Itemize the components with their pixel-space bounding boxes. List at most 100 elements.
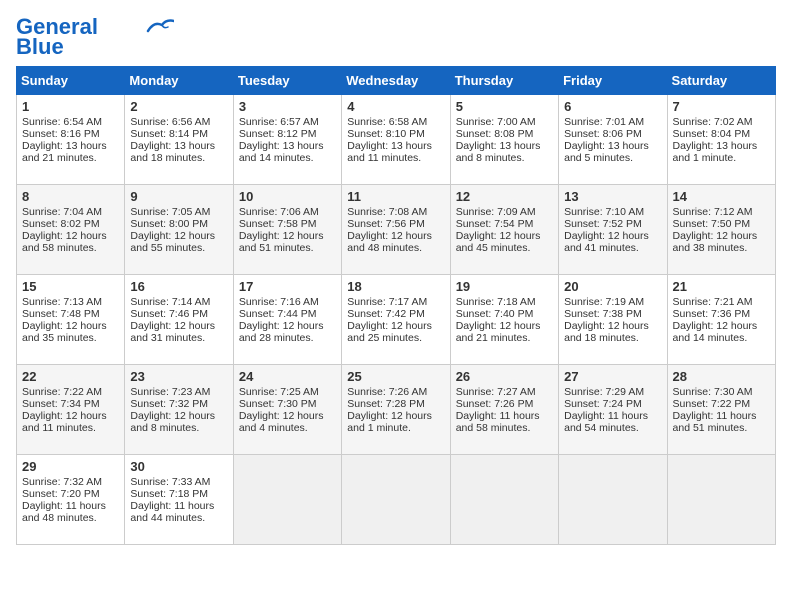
day-info-line: and 18 minutes. (564, 332, 639, 344)
day-info-line: Daylight: 12 hours (22, 230, 107, 242)
day-info-line: Sunrise: 7:12 AM (673, 206, 753, 218)
day-info-line: and 25 minutes. (347, 332, 422, 344)
calendar-cell: 23Sunrise: 7:23 AMSunset: 7:32 PMDayligh… (125, 365, 233, 455)
day-info-line: and 8 minutes. (130, 422, 199, 434)
day-number: 1 (22, 99, 119, 114)
calendar-week-row: 29Sunrise: 7:32 AMSunset: 7:20 PMDayligh… (17, 455, 776, 545)
day-info-line: Daylight: 11 hours (673, 410, 757, 422)
day-info-line: Sunrise: 7:26 AM (347, 386, 427, 398)
day-info-line: Sunrise: 7:04 AM (22, 206, 102, 218)
day-number: 10 (239, 189, 336, 204)
day-info-line: and 58 minutes. (22, 242, 97, 254)
calendar-cell: 11Sunrise: 7:08 AMSunset: 7:56 PMDayligh… (342, 185, 450, 275)
day-number: 3 (239, 99, 336, 114)
day-info-line: Daylight: 12 hours (456, 230, 541, 242)
day-info-line: Daylight: 12 hours (239, 230, 324, 242)
calendar-cell (559, 455, 667, 545)
day-info-line: Sunset: 7:28 PM (347, 398, 425, 410)
day-info-line: Sunset: 7:48 PM (22, 308, 100, 320)
day-of-week-header: Thursday (450, 67, 558, 95)
day-info-line: Daylight: 12 hours (22, 410, 107, 422)
day-info-line: Sunrise: 7:19 AM (564, 296, 644, 308)
calendar-cell: 7Sunrise: 7:02 AMSunset: 8:04 PMDaylight… (667, 95, 775, 185)
calendar-week-row: 22Sunrise: 7:22 AMSunset: 7:34 PMDayligh… (17, 365, 776, 455)
day-info-line: Sunrise: 7:01 AM (564, 116, 644, 128)
day-info-line: Sunrise: 7:21 AM (673, 296, 753, 308)
day-info-line: Sunrise: 7:30 AM (673, 386, 753, 398)
day-info-line: Sunset: 7:42 PM (347, 308, 425, 320)
calendar-cell: 30Sunrise: 7:33 AMSunset: 7:18 PMDayligh… (125, 455, 233, 545)
day-info-line: Sunset: 7:18 PM (130, 488, 208, 500)
day-number: 20 (564, 279, 661, 294)
day-info-line: Sunrise: 7:25 AM (239, 386, 319, 398)
day-info-line: Sunset: 7:50 PM (673, 218, 751, 230)
day-info-line: Daylight: 12 hours (673, 320, 758, 332)
day-number: 28 (673, 369, 770, 384)
day-info-line: and 48 minutes. (347, 242, 422, 254)
day-info-line: Daylight: 12 hours (347, 410, 432, 422)
day-info-line: Sunset: 7:22 PM (673, 398, 751, 410)
day-number: 2 (130, 99, 227, 114)
day-info-line: and 28 minutes. (239, 332, 314, 344)
day-number: 12 (456, 189, 553, 204)
day-of-week-header: Saturday (667, 67, 775, 95)
day-number: 7 (673, 99, 770, 114)
day-info-line: and 1 minute. (673, 152, 737, 164)
calendar-cell: 13Sunrise: 7:10 AMSunset: 7:52 PMDayligh… (559, 185, 667, 275)
day-info-line: Daylight: 12 hours (456, 320, 541, 332)
day-info-line: Sunrise: 7:13 AM (22, 296, 102, 308)
calendar-cell: 10Sunrise: 7:06 AMSunset: 7:58 PMDayligh… (233, 185, 341, 275)
day-info-line: and 54 minutes. (564, 422, 639, 434)
day-info-line: and 21 minutes. (22, 152, 97, 164)
day-info-line: Sunset: 7:46 PM (130, 308, 208, 320)
page-header: General Blue (16, 16, 776, 58)
day-info-line: Sunset: 7:26 PM (456, 398, 534, 410)
day-number: 4 (347, 99, 444, 114)
logo-bird-icon (146, 17, 174, 35)
calendar-cell: 16Sunrise: 7:14 AMSunset: 7:46 PMDayligh… (125, 275, 233, 365)
calendar-cell: 27Sunrise: 7:29 AMSunset: 7:24 PMDayligh… (559, 365, 667, 455)
day-info-line: Sunrise: 7:00 AM (456, 116, 536, 128)
day-number: 24 (239, 369, 336, 384)
day-info-line: Sunset: 8:14 PM (130, 128, 208, 140)
day-info-line: Sunset: 7:54 PM (456, 218, 534, 230)
day-number: 15 (22, 279, 119, 294)
day-number: 19 (456, 279, 553, 294)
day-info-line: Daylight: 13 hours (239, 140, 324, 152)
calendar-cell: 5Sunrise: 7:00 AMSunset: 8:08 PMDaylight… (450, 95, 558, 185)
day-number: 26 (456, 369, 553, 384)
day-info-line: Daylight: 12 hours (130, 230, 215, 242)
day-info-line: Sunset: 8:10 PM (347, 128, 425, 140)
day-info-line: Sunset: 7:30 PM (239, 398, 317, 410)
calendar-cell (667, 455, 775, 545)
day-info-line: Daylight: 11 hours (456, 410, 540, 422)
day-info-line: Sunset: 8:06 PM (564, 128, 642, 140)
day-info-line: Sunrise: 7:02 AM (673, 116, 753, 128)
day-info-line: Sunset: 7:58 PM (239, 218, 317, 230)
day-info-line: Sunset: 7:32 PM (130, 398, 208, 410)
calendar-cell: 20Sunrise: 7:19 AMSunset: 7:38 PMDayligh… (559, 275, 667, 365)
day-info-line: Daylight: 11 hours (22, 500, 106, 512)
calendar-cell: 29Sunrise: 7:32 AMSunset: 7:20 PMDayligh… (17, 455, 125, 545)
day-info-line: Sunrise: 7:18 AM (456, 296, 536, 308)
calendar-cell: 17Sunrise: 7:16 AMSunset: 7:44 PMDayligh… (233, 275, 341, 365)
day-info-line: Sunset: 7:40 PM (456, 308, 534, 320)
calendar-cell: 1Sunrise: 6:54 AMSunset: 8:16 PMDaylight… (17, 95, 125, 185)
day-info-line: Sunrise: 7:32 AM (22, 476, 102, 488)
day-number: 16 (130, 279, 227, 294)
day-info-line: Sunrise: 7:29 AM (564, 386, 644, 398)
day-info-line: Daylight: 13 hours (22, 140, 107, 152)
day-info-line: and 31 minutes. (130, 332, 205, 344)
day-info-line: Sunset: 8:00 PM (130, 218, 208, 230)
calendar-week-row: 8Sunrise: 7:04 AMSunset: 8:02 PMDaylight… (17, 185, 776, 275)
day-info-line: and 48 minutes. (22, 512, 97, 524)
day-info-line: and 4 minutes. (239, 422, 308, 434)
calendar-header-row: SundayMondayTuesdayWednesdayThursdayFrid… (17, 67, 776, 95)
day-info-line: and 8 minutes. (456, 152, 525, 164)
day-info-line: Sunrise: 7:08 AM (347, 206, 427, 218)
day-info-line: Daylight: 13 hours (456, 140, 541, 152)
calendar-cell: 25Sunrise: 7:26 AMSunset: 7:28 PMDayligh… (342, 365, 450, 455)
day-info-line: Sunrise: 7:14 AM (130, 296, 210, 308)
day-info-line: Daylight: 12 hours (22, 320, 107, 332)
day-info-line: Sunset: 8:02 PM (22, 218, 100, 230)
